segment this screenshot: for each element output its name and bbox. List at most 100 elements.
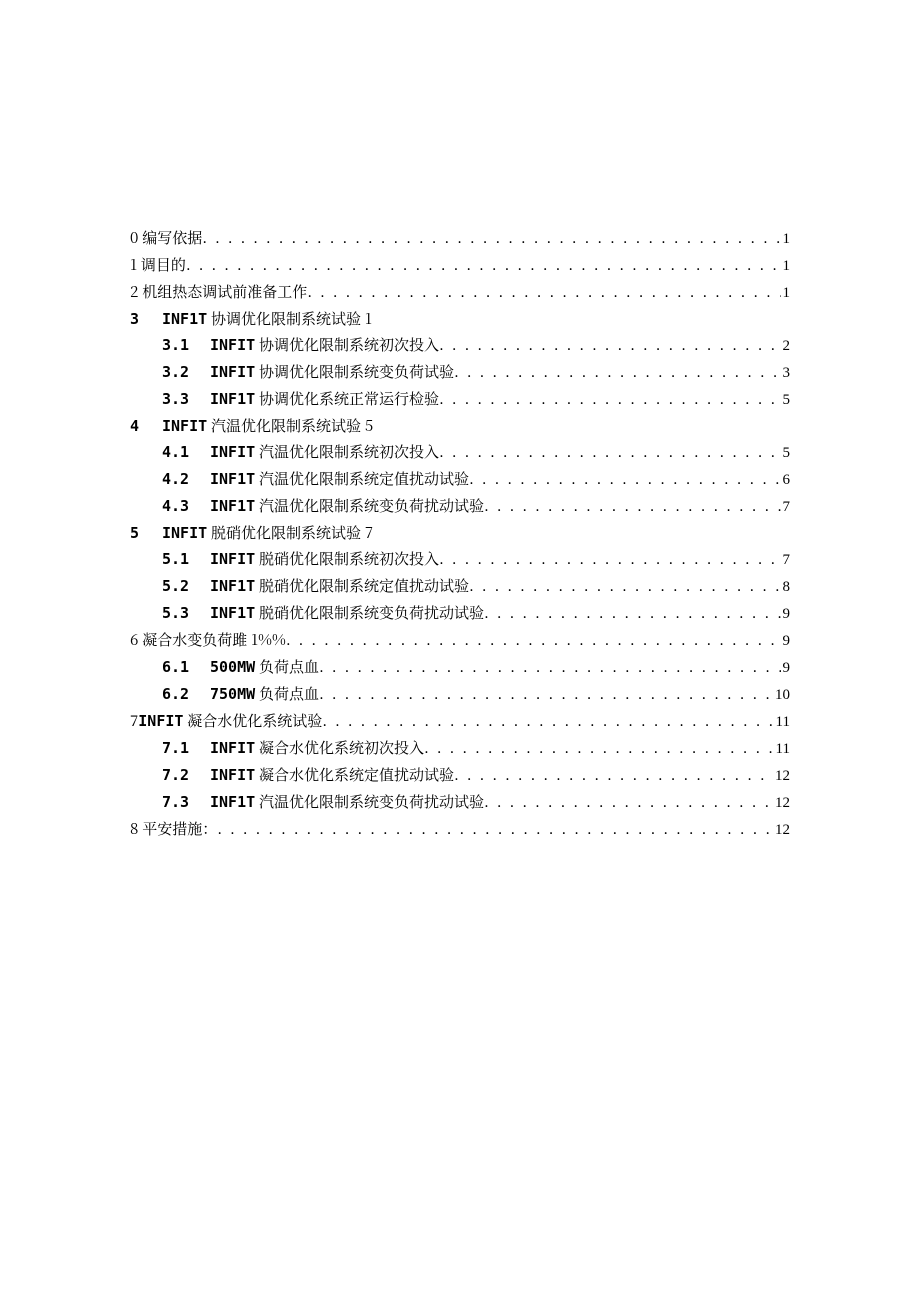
toc-entry: 1 调目的 . . . . . . . . . . . . . . . . . … <box>130 252 790 279</box>
toc-subentry-number: 4.3 <box>162 494 198 519</box>
toc-entry-title: 2 机组热态调试前准备工作 <box>130 279 307 304</box>
toc-mono-label: INFIT <box>162 417 207 435</box>
toc-section-heading: 5INFIT 脱硝优化限制系统试验 7 <box>130 520 790 546</box>
toc-leader-dots: . . . . . . . . . . . . . . . . . . . . … <box>322 708 773 733</box>
toc-mono-label: INFIT <box>210 550 255 568</box>
toc-section-title: INFIT 脱硝优化限制系统试验 7 <box>162 520 373 546</box>
toc-page-number: 1 <box>781 254 791 279</box>
toc-leader-dots: . . . . . . . . . . . . . . . . . . . . … <box>439 386 781 411</box>
toc-subentry-title: INF1T 脱硝优化限制系统变负荷扰动试验 <box>198 600 484 626</box>
toc-section-title: INF1T 协调优化限制系统试验 1 <box>162 306 372 332</box>
toc-subentry-number: 5.1 <box>162 547 198 572</box>
toc-entry: 6 凝合水变负荷雎 1%% . . . . . . . . . . . . . … <box>130 627 790 654</box>
toc-leader-dots: . . . . . . . . . . . . . . . . . . . . … <box>319 681 773 706</box>
toc-page-number: 9 <box>781 629 791 654</box>
toc-subentry: 6.2750MW 负荷点血 . . . . . . . . . . . . . … <box>130 681 790 708</box>
toc-page-number: 12 <box>773 818 790 843</box>
toc-subentry: 7.3INF1T 汽温优化限制系统变负荷扰动试验 . . . . . . . .… <box>130 789 790 816</box>
toc-subentry-title: INFIT 凝合水优化系统初次投入 <box>198 735 424 761</box>
toc-leader-dots: . . . . . . . . . . . . . . . . . . . . … <box>484 789 773 814</box>
toc-subentry: 7.1INFIT 凝合水优化系统初次投入 . . . . . . . . . .… <box>130 735 790 762</box>
toc-mono-label: INFIT <box>210 739 255 757</box>
toc-subentry-number: 6.1 <box>162 655 198 680</box>
toc-mono-label: 500MW <box>210 658 255 676</box>
toc-subentry-number: 6.2 <box>162 682 198 707</box>
toc-page-number: 11 <box>774 737 790 762</box>
toc-mono-label: INFIT <box>162 524 207 542</box>
toc-subentry-number: 3.1 <box>162 333 198 358</box>
toc-subentry-number: 7.1 <box>162 736 198 761</box>
toc-entry: 2 机组热态调试前准备工作 . . . . . . . . . . . . . … <box>130 279 790 306</box>
toc-section-title: INFIT 汽温优化限制系统试验 5 <box>162 413 373 439</box>
toc-subentry-title: INFIT 脱硝优化限制系统初次投入 <box>198 546 439 572</box>
toc-page-number: 1 <box>781 227 791 252</box>
toc-page-number: 7 <box>781 495 791 520</box>
toc-section-heading: 4INFIT 汽温优化限制系统试验 5 <box>130 413 790 439</box>
toc-page-number: 12 <box>773 791 790 816</box>
toc-page-number: 2 <box>781 334 791 359</box>
toc-page-number: 12 <box>773 764 790 789</box>
toc-leader-dots: . . . . . . . . . . . . . . . . . . . . … <box>484 600 781 625</box>
toc-subentry-number: 3.2 <box>162 360 198 385</box>
toc-leader-dots: . . . . . . . . . . . . . . . . . . . . … <box>319 654 781 679</box>
toc-mono-label: INF1T <box>210 497 255 515</box>
toc-leader-dots: . . . . . . . . . . . . . . . . . . . . … <box>217 816 773 841</box>
toc-subentry-number: 7.3 <box>162 790 198 815</box>
toc-leader-dots: . . . . . . . . . . . . . . . . . . . . … <box>439 439 781 464</box>
toc-subentry-number: 5.2 <box>162 574 198 599</box>
toc-subentry-title: INF1T 汽温优化限制系统定值扰动试验 <box>198 466 469 492</box>
toc-subentry: 5.2INF1T 脱硝优化限制系统定值扰动试验 . . . . . . . . … <box>130 573 790 600</box>
toc-entry-title: 8 平安措施： <box>130 816 217 841</box>
toc-entry-title: 0 编写依据 <box>130 225 202 250</box>
toc-page-number: 10 <box>773 683 790 708</box>
toc-subentry: 5.3INF1T 脱硝优化限制系统变负荷扰动试验 . . . . . . . .… <box>130 600 790 627</box>
toc-leader-dots: . . . . . . . . . . . . . . . . . . . . … <box>186 252 781 277</box>
toc-subentry-title: INF1T 汽温优化限制系统变负荷扰动试验 <box>198 493 484 519</box>
toc-page-number: 8 <box>781 575 791 600</box>
toc-subentry-number: 4.1 <box>162 440 198 465</box>
toc-leader-dots: . . . . . . . . . . . . . . . . . . . . … <box>286 627 781 652</box>
toc-subentry-title: INFIT 汽温优化限制系统初次投入 <box>198 439 439 465</box>
toc-subentry: 7.2INFIT 凝合水优化系统定值扰动试验 . . . . . . . . .… <box>130 762 790 789</box>
toc-leader-dots: . . . . . . . . . . . . . . . . . . . . … <box>469 573 781 598</box>
toc-subentry: 4.3INF1T 汽温优化限制系统变负荷扰动试验 . . . . . . . .… <box>130 493 790 520</box>
toc-mono-label: INFIT <box>210 443 255 461</box>
toc-mono-label: INFIT <box>138 712 183 730</box>
toc-page-number: 5 <box>781 441 791 466</box>
toc-leader-dots: . . . . . . . . . . . . . . . . . . . . … <box>454 762 773 787</box>
toc-page-number: 9 <box>781 602 791 627</box>
table-of-contents: 0 编写依据 . . . . . . . . . . . . . . . . .… <box>130 225 790 843</box>
toc-section-heading: 3INF1T 协调优化限制系统试验 1 <box>130 306 790 332</box>
toc-section-number: 5 <box>130 521 162 546</box>
toc-subentry-number: 5.3 <box>162 601 198 626</box>
toc-page-number: 1 <box>781 281 791 306</box>
toc-page-number: 6 <box>781 468 791 493</box>
toc-subentry-title: INF1T 脱硝优化限制系统定值扰动试验 <box>198 573 469 599</box>
toc-section-number: 3 <box>130 307 162 332</box>
toc-page-number: 3 <box>781 361 791 386</box>
toc-mono-label: INF1T <box>210 604 255 622</box>
toc-entry: 8 平安措施： . . . . . . . . . . . . . . . . … <box>130 816 790 843</box>
toc-mono-label: INFIT <box>210 336 255 354</box>
toc-subentry-title: INFIT 协调优化限制系统变负荷试验 <box>198 359 454 385</box>
toc-entry: 7INFIT 凝合水优化系统试验 . . . . . . . . . . . .… <box>130 708 790 735</box>
toc-leader-dots: . . . . . . . . . . . . . . . . . . . . … <box>439 546 781 571</box>
toc-subentry-title: 500MW 负荷点血 <box>198 654 319 680</box>
toc-page-number: 7 <box>781 548 791 573</box>
toc-leader-dots: . . . . . . . . . . . . . . . . . . . . … <box>202 225 780 250</box>
toc-subentry: 3.2INFIT 协调优化限制系统变负荷试验 . . . . . . . . .… <box>130 359 790 386</box>
toc-subentry-number: 3.3 <box>162 387 198 412</box>
toc-mono-label: INF1T <box>210 470 255 488</box>
toc-subentry-number: 4.2 <box>162 467 198 492</box>
toc-mono-label: INF1T <box>162 310 207 328</box>
toc-subentry-title: INF1T 协调优化系统正常运行检验 <box>198 386 439 412</box>
toc-leader-dots: . . . . . . . . . . . . . . . . . . . . … <box>424 735 774 760</box>
toc-leader-dots: . . . . . . . . . . . . . . . . . . . . … <box>469 466 781 491</box>
toc-mono-label: INF1T <box>210 793 255 811</box>
toc-subentry-title: INFIT 凝合水优化系统定值扰动试验 <box>198 762 454 788</box>
toc-subentry: 4.2INF1T 汽温优化限制系统定值扰动试验 . . . . . . . . … <box>130 466 790 493</box>
toc-mono-label: INFIT <box>210 766 255 784</box>
toc-entry-title: 7INFIT 凝合水优化系统试验 <box>130 708 322 734</box>
toc-page-number: 5 <box>781 388 791 413</box>
toc-leader-dots: . . . . . . . . . . . . . . . . . . . . … <box>484 493 781 518</box>
